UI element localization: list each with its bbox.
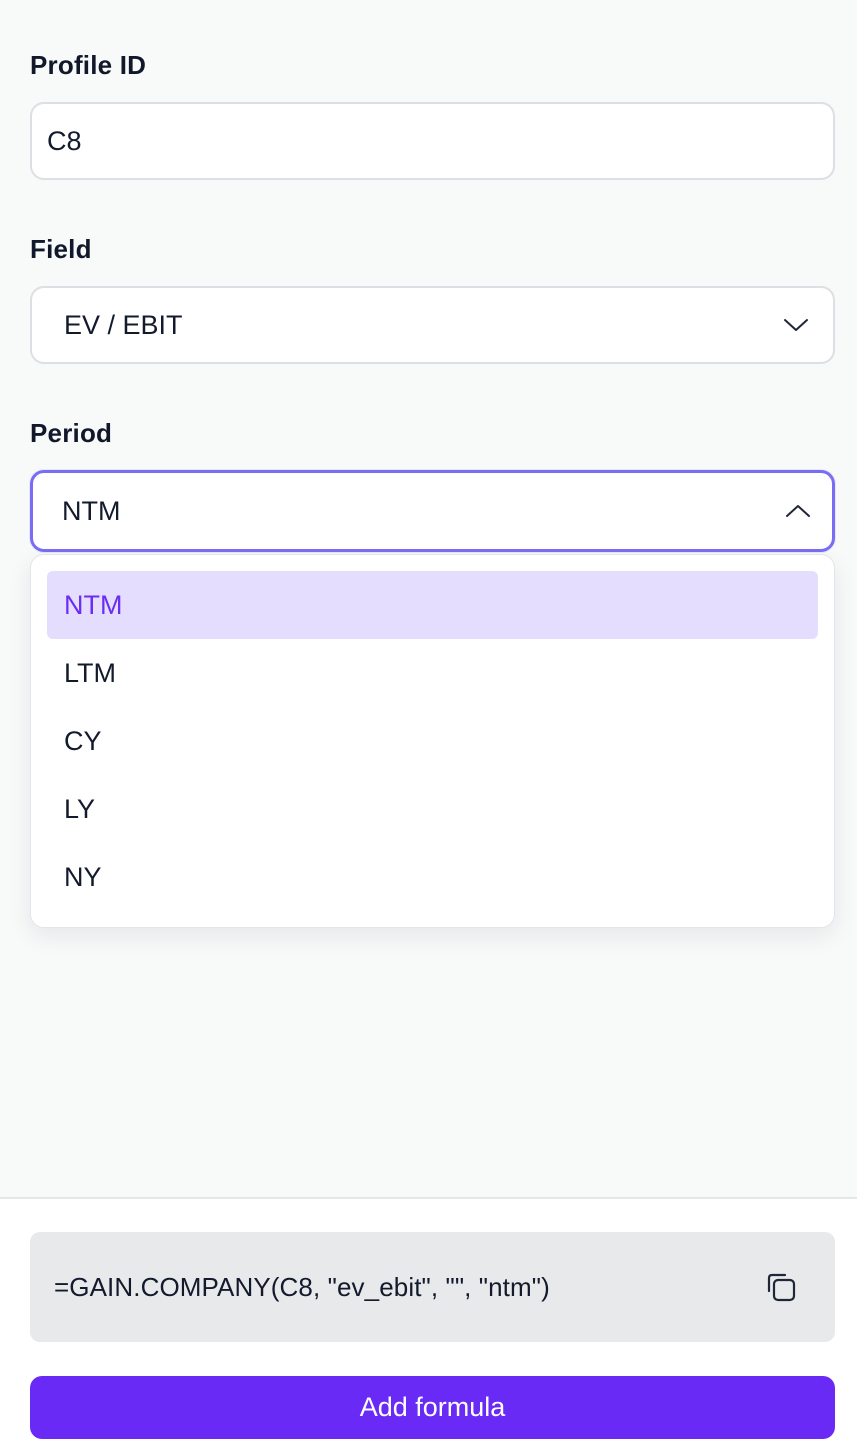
profile-id-input[interactable]: C8	[30, 102, 835, 180]
period-select[interactable]: NTM	[30, 470, 835, 552]
chevron-down-icon	[783, 317, 809, 333]
period-select-value: NTM	[62, 495, 121, 526]
chevron-up-icon	[785, 503, 811, 519]
copy-icon[interactable]	[761, 1267, 801, 1307]
profile-id-value: C8	[47, 125, 82, 156]
field-select[interactable]: EV / EBIT	[30, 286, 835, 364]
formula-text: =GAIN.COMPANY(C8, "ev_ebit", "", "ntm")	[54, 1271, 550, 1302]
field-select-value: EV / EBIT	[64, 309, 183, 340]
period-option-ltm[interactable]: LTM	[47, 639, 818, 707]
period-option-ny[interactable]: NY	[47, 843, 818, 911]
period-label: Period	[30, 418, 113, 448]
period-option-cy[interactable]: CY	[47, 707, 818, 775]
formula-preview: =GAIN.COMPANY(C8, "ev_ebit", "", "ntm")	[30, 1232, 835, 1342]
period-option-ly[interactable]: LY	[47, 775, 818, 843]
profile-id-label: Profile ID	[30, 50, 147, 80]
period-dropdown-menu: NTM LTM CY LY NY	[30, 554, 835, 928]
period-option-ntm[interactable]: NTM	[47, 571, 818, 639]
add-formula-button[interactable]: Add formula	[30, 1376, 835, 1439]
field-label: Field	[30, 234, 92, 264]
